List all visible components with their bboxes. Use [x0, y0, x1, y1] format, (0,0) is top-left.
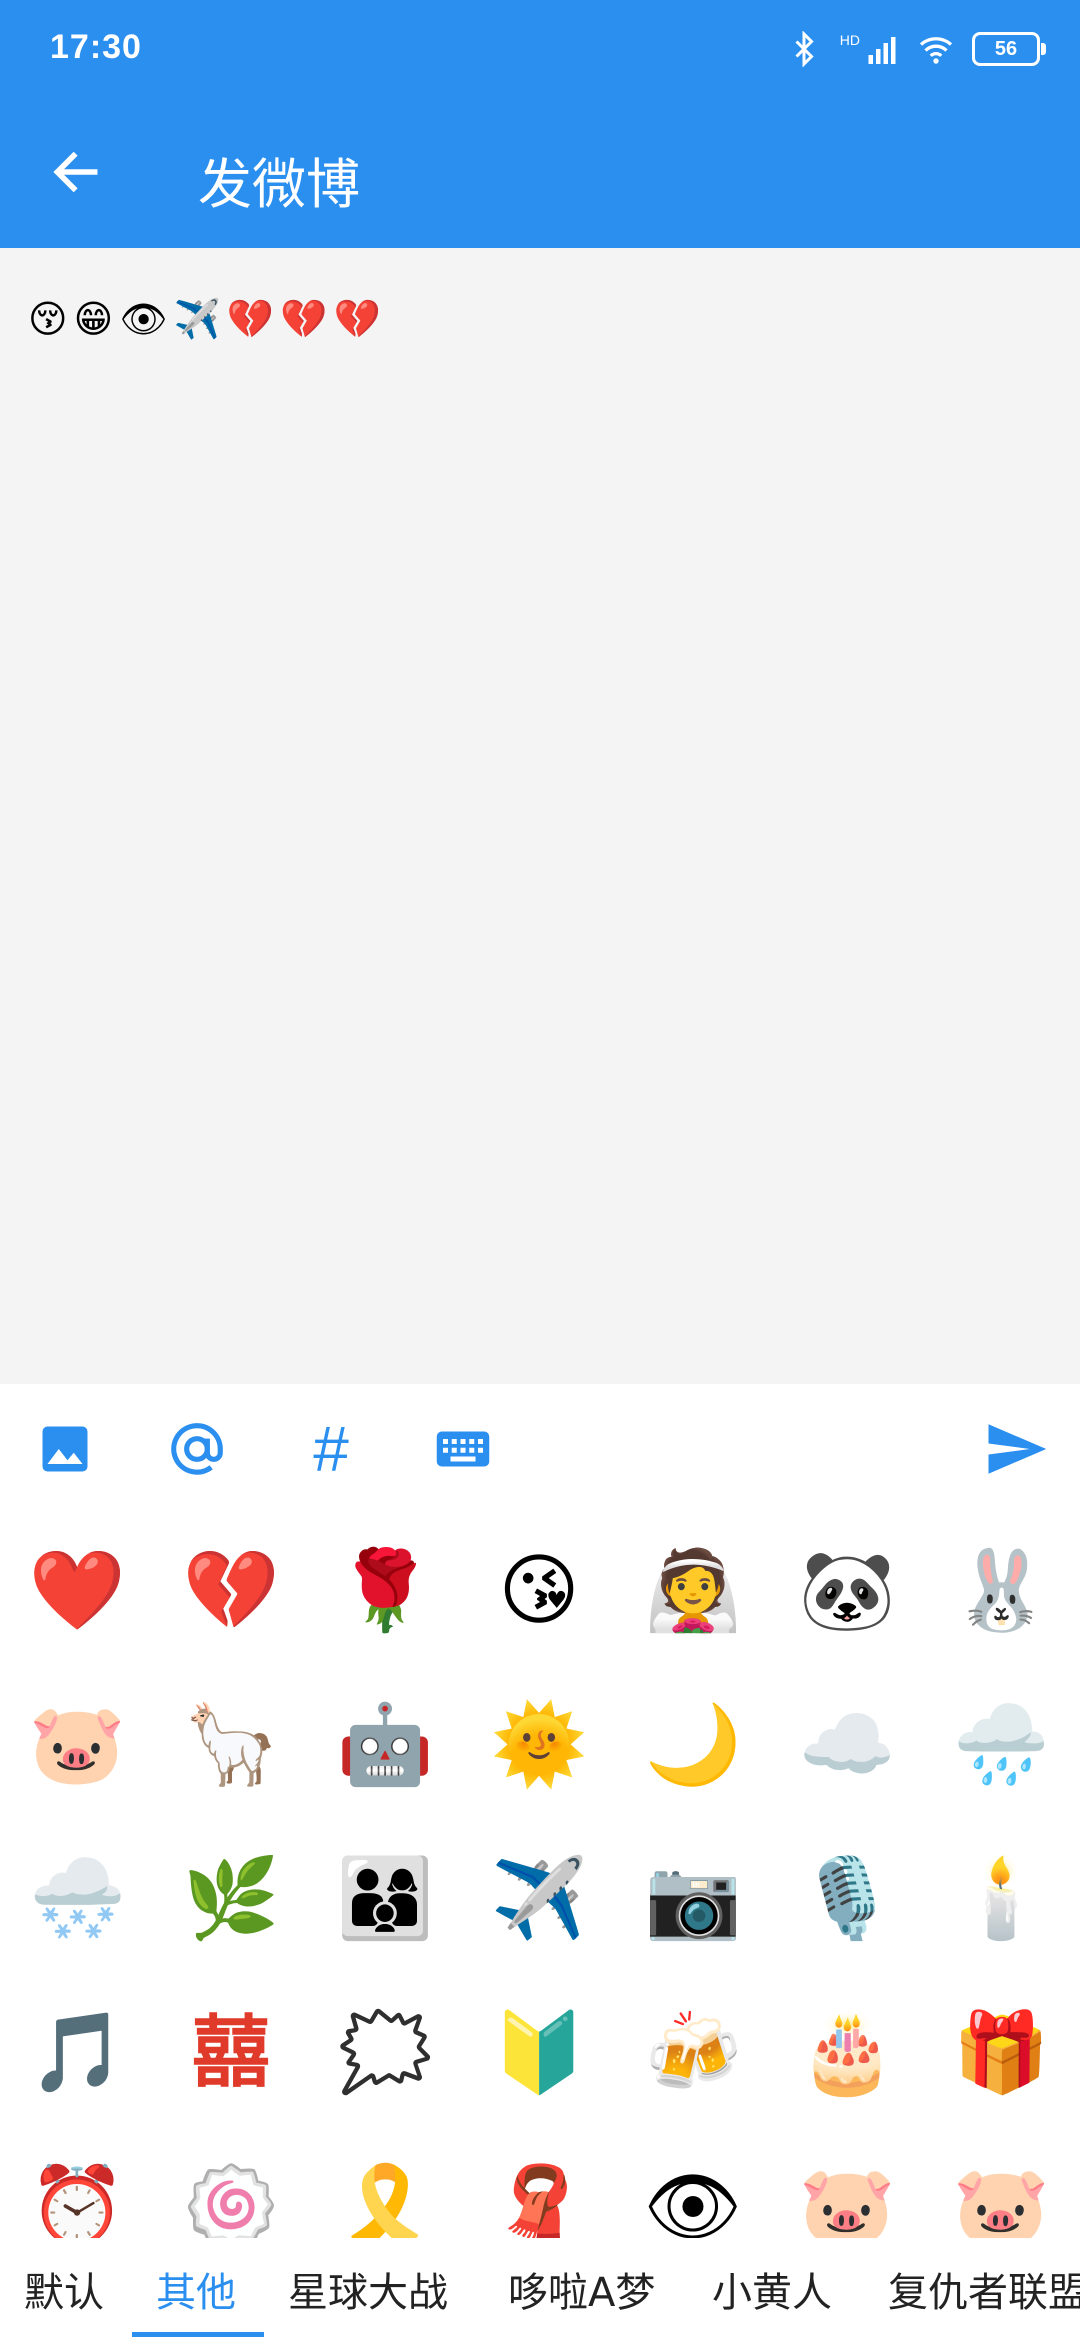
emoji-cell[interactable]: 🌿 [154, 1822, 308, 1976]
compose-emoji: 👁 [119, 297, 168, 341]
at-icon [171, 1423, 223, 1475]
compose-emoji: 💔 [226, 297, 275, 341]
arrow-left-icon [53, 151, 98, 193]
compose-emoji: 💔 [280, 297, 328, 341]
emoji-cell[interactable]: 🐷 [0, 1668, 154, 1822]
emoji-cell[interactable]: 💔 [154, 1514, 308, 1668]
emoji-cell[interactable]: 👰 [616, 1514, 770, 1668]
emoji-cell[interactable]: ⏰ [0, 2130, 154, 2238]
tab-minions[interactable]: 小黄人 [712, 2260, 832, 2318]
emoji-cell[interactable]: 🌞 [462, 1668, 616, 1822]
compose-emoji: ✈️ [173, 297, 221, 341]
hd-label: HD [839, 32, 860, 48]
image-icon [42, 1426, 88, 1472]
bluetooth-icon [795, 31, 814, 67]
tab-doraemon[interactable]: 哆啦A梦 [508, 2260, 655, 2318]
send-button[interactable] [976, 1414, 1056, 1484]
back-button[interactable] [36, 132, 116, 212]
emoji-cell[interactable]: 🕯️ [924, 1822, 1078, 1976]
tab-other[interactable]: 其他 [156, 2260, 236, 2318]
emoji-cell[interactable]: 🌨️ [0, 1822, 154, 1976]
hashtag-button[interactable]: # [296, 1413, 366, 1485]
keyboard-button[interactable] [428, 1414, 498, 1484]
status-icons: HD 56 [786, 24, 1046, 74]
emoji-cell[interactable]: 📷 [616, 1822, 770, 1976]
emoji-cell[interactable]: 囍 [154, 1976, 308, 2130]
emoji-cell[interactable]: 🐼 [770, 1514, 924, 1668]
emoji-cell[interactable]: 🐷 [924, 2130, 1078, 2238]
send-icon [988, 1424, 1047, 1474]
mention-button[interactable] [162, 1414, 232, 1484]
app-bar: 17:30 HD 56 发微博 [0, 0, 1080, 248]
emoji-grid: ❤️ 💔 🌹 😘 👰 🐼 🐰 🐷 🦙 🤖 🌞 🌙 ☁️ 🌧️ 🌨️ 🌿 👨‍👩‍… [0, 1514, 1080, 2238]
emoji-category-tabs: 默认 其他 星球大战 哆啦A梦 小黄人 复仇者联盟 [0, 2238, 1080, 2340]
tab-default[interactable]: 默认 [24, 2260, 104, 2318]
emoji-cell[interactable]: 🍻 [616, 1976, 770, 2130]
image-button[interactable] [30, 1414, 100, 1484]
emoji-cell[interactable]: 👁 [616, 2130, 770, 2238]
keyboard-icon [436, 1431, 490, 1467]
tab-indicator [132, 2332, 264, 2337]
compose-emoji: 😁 [73, 297, 114, 341]
compose-emoji: 😚 [28, 297, 68, 341]
emoji-cell[interactable]: ✈️ [462, 1822, 616, 1976]
compose-toolbar: # [0, 1384, 1080, 1514]
battery-level: 56 [994, 37, 1018, 60]
emoji-cell[interactable]: 😘 [462, 1514, 616, 1668]
battery-indicator: 56 [972, 32, 1046, 66]
tab-avengers[interactable]: 复仇者联盟 [888, 2260, 1080, 2318]
page-title: 发微博 [198, 153, 360, 216]
compose-emoji: 💔 [333, 297, 381, 341]
emoji-cell[interactable]: 👨‍👩‍👦 [308, 1822, 462, 1976]
emoji-cell[interactable]: 🎗️ [308, 2130, 462, 2238]
emoji-cell[interactable]: 🎵 [0, 1976, 154, 2130]
compose-text-area[interactable]: 😚 😁 👁 ✈️ 💔 💔 💔 [0, 248, 1080, 1384]
emoji-cell[interactable]: 🌧️ [924, 1668, 1078, 1822]
hash-icon: # [313, 1413, 349, 1485]
emoji-cell[interactable]: 🍥 [154, 2130, 308, 2238]
emoji-cell[interactable]: 🌙 [616, 1668, 770, 1822]
emoji-cell[interactable]: 🌹 [308, 1514, 462, 1668]
wifi-icon [919, 37, 953, 64]
compose-content: 😚 😁 👁 ✈️ 💔 💔 💔 [28, 296, 381, 342]
emoji-cell[interactable]: 🐰 [924, 1514, 1078, 1668]
emoji-cell[interactable]: 🧣 [462, 2130, 616, 2238]
emoji-cell[interactable]: 🤖 [308, 1668, 462, 1822]
status-time: 17:30 [50, 28, 142, 66]
emoji-cell[interactable]: 🎙️ [770, 1822, 924, 1976]
emoji-cell[interactable]: ☁️ [770, 1668, 924, 1822]
signal-icon [868, 37, 896, 64]
emoji-cell[interactable]: 🗯️ [308, 1976, 462, 2130]
emoji-cell[interactable]: 🦙 [154, 1668, 308, 1822]
emoji-cell[interactable]: 🐷 [770, 2130, 924, 2238]
emoji-cell[interactable]: 🎂 [770, 1976, 924, 2130]
emoji-cell[interactable]: 🔰 [462, 1976, 616, 2130]
emoji-cell[interactable]: ❤️ [0, 1514, 154, 1668]
emoji-cell[interactable]: 🎁 [924, 1976, 1078, 2130]
tab-star-wars[interactable]: 星球大战 [288, 2260, 448, 2318]
